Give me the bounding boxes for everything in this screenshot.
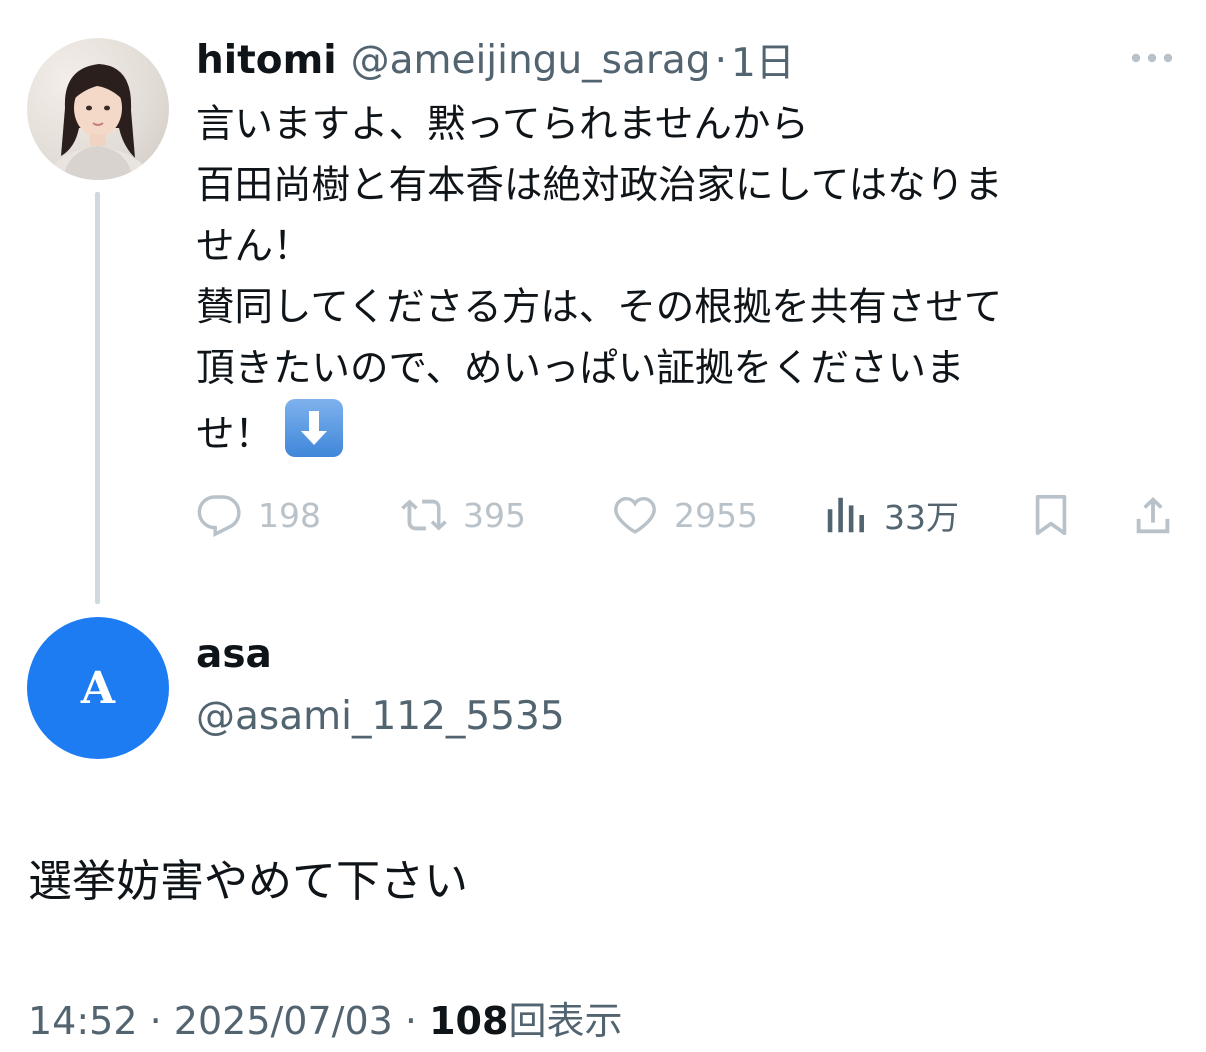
- parent-tweet-text: 言いますよ、黙ってられませんから 百田尚樹と有本香は絶対政治家にしてはなりま せ…: [196, 94, 1156, 465]
- avatar-portrait-image: [44, 64, 152, 180]
- down-arrow-emoji-icon: [285, 399, 344, 457]
- tweet-action-bar: 198 395 2955 33万: [196, 488, 1176, 542]
- parent-avatar[interactable]: [27, 38, 169, 180]
- reply-count: 198: [258, 495, 321, 535]
- header-separator: ·: [714, 37, 727, 83]
- tweet-text-line: 百田尚樹と有本香は絶対政治家にしてはなりま: [196, 163, 1003, 208]
- tweet-text-line: せん！: [196, 224, 312, 269]
- reply-tweet-text: 選挙妨害やめて下さい: [28, 856, 468, 907]
- meta-separator: ·: [149, 999, 162, 1043]
- parent-display-name[interactable]: hitomi: [196, 38, 337, 83]
- avatar-letter: A: [80, 662, 116, 714]
- reply-time[interactable]: 14:52: [28, 999, 138, 1043]
- reply-button[interactable]: 198: [196, 488, 321, 542]
- meta-separator: ·: [404, 999, 418, 1043]
- tweet-text-line: 頂きたいので、めいっぱい証拠をくださいま: [196, 346, 965, 391]
- parent-handle[interactable]: @ameijingu_sarag: [351, 38, 711, 83]
- retweet-count: 395: [463, 495, 526, 535]
- retweet-button[interactable]: 395: [401, 488, 526, 542]
- reply-avatar[interactable]: A: [27, 617, 169, 759]
- retweet-icon: [401, 499, 447, 531]
- tweet-text-fragment: せ！: [196, 412, 274, 457]
- view-count: 33万: [884, 498, 959, 537]
- reply-meta-line: 14:52 · 2025/07/03 · 108回表示: [28, 990, 622, 1045]
- thread-connector-line: [95, 192, 100, 604]
- more-options-icon[interactable]: [1128, 44, 1176, 72]
- tweet-text-line: 賛同してくださる方は、その根拠を共有させて: [196, 285, 1003, 330]
- bar-chart-icon: [827, 497, 864, 533]
- like-count: 2955: [674, 495, 758, 535]
- reply-bubble-icon: [197, 495, 241, 537]
- like-button[interactable]: 2955: [612, 488, 758, 542]
- reply-handle[interactable]: @asami_112_5535: [196, 694, 565, 739]
- bookmark-button[interactable]: [1028, 488, 1074, 542]
- share-button[interactable]: [1130, 488, 1176, 542]
- bookmark-icon: [1035, 494, 1067, 536]
- reply-display-name[interactable]: asa: [196, 632, 272, 677]
- parent-tweet-header: hitomi @ameijingu_sarag · 1日: [196, 32, 795, 88]
- tweet-text-line: 言いますよ、黙ってられませんから: [196, 102, 809, 147]
- views-button[interactable]: 33万: [822, 488, 959, 542]
- share-icon: [1136, 496, 1170, 534]
- reply-views-label: 回表示: [508, 999, 623, 1043]
- parent-timestamp[interactable]: 1日: [731, 32, 795, 88]
- reply-views-count: 108: [429, 999, 509, 1043]
- tweet-text-line-last: せ！: [196, 399, 1156, 465]
- reply-date[interactable]: 2025/07/03: [174, 999, 393, 1043]
- heart-icon: [614, 496, 656, 534]
